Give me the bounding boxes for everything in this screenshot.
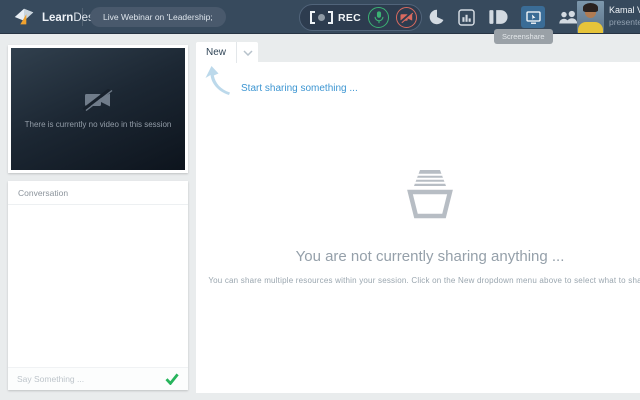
bar-chart-icon[interactable] (458, 9, 475, 26)
layout-icon[interactable] (488, 8, 508, 26)
chevron-down-icon (243, 50, 253, 56)
send-message-button[interactable] (165, 373, 179, 385)
microphone-icon (373, 10, 385, 25)
screenshare-tooltip: Screenshare (494, 29, 553, 44)
video-panel: There is currently no video in this sess… (8, 45, 188, 173)
camera-off-icon (400, 12, 413, 23)
user-info: Kamal Verma presenter (577, 0, 640, 34)
brand-logo[interactable]: LearnDesk (12, 0, 100, 34)
user-name: Kamal Verma (609, 5, 640, 17)
rec-bracket-right (328, 11, 333, 24)
check-icon (165, 373, 179, 385)
header-divider (82, 8, 83, 26)
avatar-hair (583, 3, 598, 12)
screenshare-button[interactable] (521, 6, 545, 28)
avatar-shirt (578, 22, 603, 33)
chat-message-input[interactable] (17, 374, 159, 384)
rec-indicator: REC (310, 11, 361, 24)
conversation-panel: Conversation (8, 181, 188, 390)
empty-state-title: You are not currently sharing anything .… (296, 248, 565, 265)
rec-label: REC (338, 12, 361, 24)
rec-dot-icon (318, 14, 325, 21)
sharing-panel: Start sharing something ... You are not … (196, 62, 640, 393)
empty-state-subtitle: You can share multiple resources within … (208, 276, 640, 285)
no-video-message: There is currently no video in this sess… (25, 120, 172, 129)
tab-dropdown-button[interactable] (236, 42, 258, 63)
empty-state: You are not currently sharing anything .… (196, 166, 640, 285)
participants-icon[interactable] (558, 10, 578, 25)
tab-new-button[interactable]: New (196, 42, 236, 63)
camera-off-button[interactable] (396, 7, 417, 28)
start-sharing-hint: Start sharing something ... (241, 83, 358, 94)
conversation-messages (8, 205, 188, 367)
share-tray-icon (401, 166, 459, 220)
rec-bracket-left (310, 11, 315, 24)
video-off-icon (82, 89, 114, 111)
new-share-tab: New (196, 42, 258, 63)
conversation-input-row (8, 367, 188, 390)
session-title-badge: Live Webinar on 'Leadership; (90, 7, 226, 27)
screenshare-icon (526, 11, 541, 24)
video-area: There is currently no video in this sess… (11, 48, 185, 170)
hint-arrow-icon (203, 65, 233, 97)
microphone-button[interactable] (368, 7, 389, 28)
recording-controls: REC (299, 4, 422, 31)
pie-chart-icon[interactable] (429, 9, 445, 25)
conversation-title: Conversation (8, 181, 188, 205)
learndesk-logo-icon (12, 5, 36, 29)
user-role: presenter (609, 17, 640, 28)
brand-name-bold: Learn (42, 12, 73, 24)
avatar (577, 1, 604, 33)
